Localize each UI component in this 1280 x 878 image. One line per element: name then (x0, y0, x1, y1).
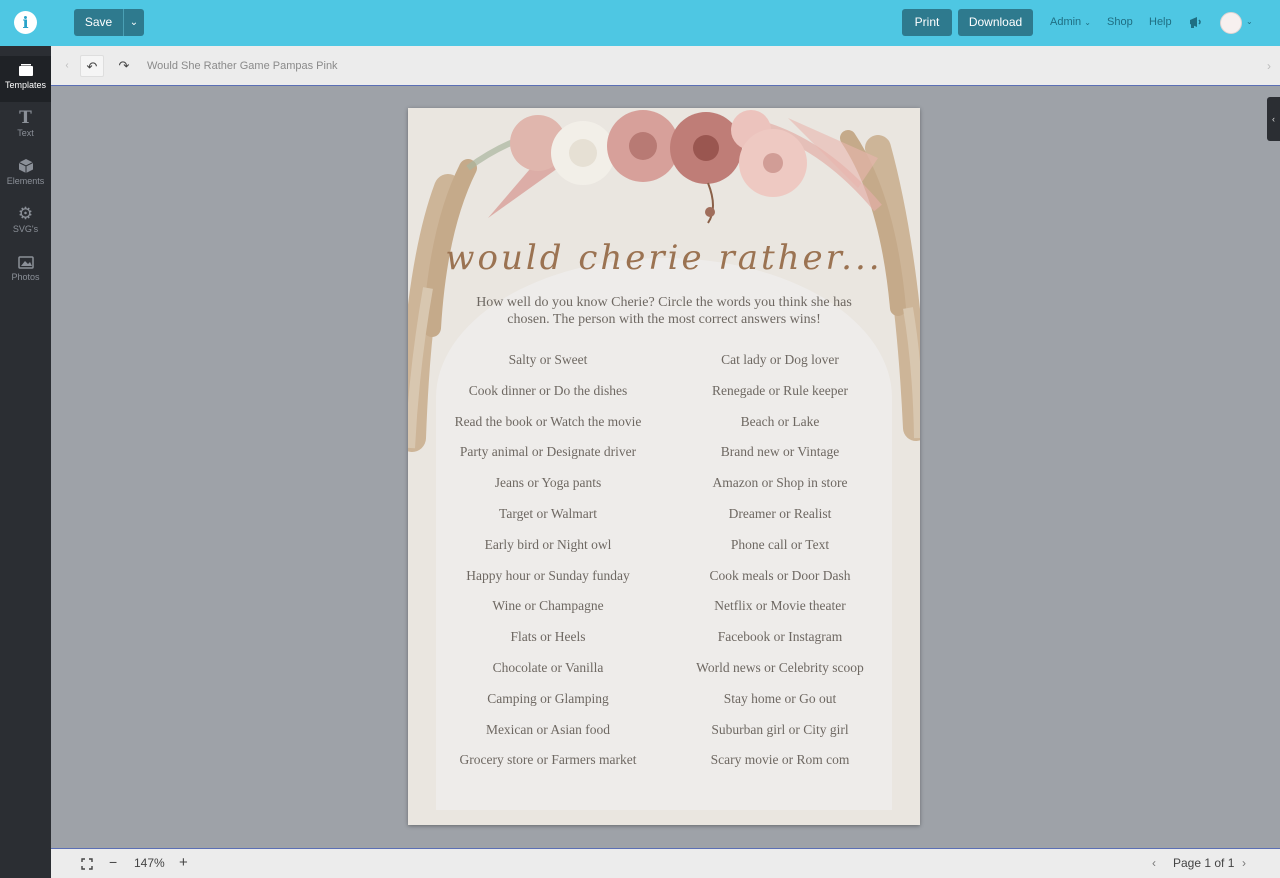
user-avatar[interactable] (1220, 12, 1242, 34)
redo-icon[interactable]: ↷ (112, 55, 136, 77)
save-button[interactable]: Save (74, 9, 124, 36)
editor-toolbar: ‹ ↶ ↷ Would She Rather Game Pampas Pink … (51, 46, 1280, 86)
choice-item[interactable]: Scary movie or Rom com (665, 752, 895, 783)
save-button-group: Save ⌄ (74, 9, 144, 36)
sidebar-item-svgs[interactable]: ⚙ SVG's (0, 200, 51, 246)
zoom-out-icon[interactable]: − (109, 854, 117, 870)
photos-icon (17, 256, 34, 269)
save-options-chevron-down-icon[interactable]: ⌄ (124, 9, 144, 36)
download-button[interactable]: Download (958, 9, 1033, 36)
sidebar-item-text[interactable]: T Text (0, 104, 51, 150)
choice-item[interactable]: Cook meals or Door Dash (665, 568, 895, 599)
sidebar-item-label: Text (17, 128, 34, 138)
choice-item[interactable]: World news or Celebrity scoop (665, 660, 895, 691)
fullscreen-icon[interactable] (81, 858, 93, 870)
zoom-in-icon[interactable]: + (179, 854, 188, 871)
design-canvas-page[interactable]: would cherie rather... How well do you k… (408, 108, 920, 825)
choice-item[interactable]: Happy hour or Sunday funday (433, 568, 663, 599)
choice-item[interactable]: Amazon or Shop in store (665, 475, 895, 506)
bottom-bar: − 147% + ‹ Page 1 of 1 › (51, 848, 1280, 878)
choice-item[interactable]: Wine or Champagne (433, 598, 663, 629)
choice-item[interactable]: Party animal or Designate driver (433, 444, 663, 475)
admin-menu[interactable]: Admin ⌄ (1050, 16, 1091, 28)
account-chevron-down-icon[interactable]: ⌄ (1246, 17, 1253, 26)
choice-item[interactable]: Stay home or Go out (665, 691, 895, 722)
left-sidebar: Templates T Text Elements ⚙ SVG's Photos (0, 46, 51, 878)
print-button[interactable]: Print (902, 9, 952, 36)
choice-item[interactable]: Mexican or Asian food (433, 722, 663, 753)
choice-item[interactable]: Cook dinner or Do the dishes (433, 383, 663, 414)
app-logo[interactable]: i (14, 11, 37, 34)
choice-item[interactable]: Salty or Sweet (433, 352, 663, 383)
choice-item[interactable]: Renegade or Rule keeper (665, 383, 895, 414)
expand-right-chevron-icon[interactable]: › (1257, 55, 1280, 77)
sidebar-item-elements[interactable]: Elements (0, 152, 51, 198)
templates-icon (18, 64, 33, 76)
design-heading[interactable]: would cherie rather... (408, 238, 920, 278)
choice-item[interactable]: Suburban girl or City girl (665, 722, 895, 753)
choice-item[interactable]: Grocery store or Farmers market (433, 752, 663, 783)
next-page-icon[interactable]: › (1242, 856, 1246, 870)
elements-icon (18, 159, 33, 173)
shop-link[interactable]: Shop (1107, 16, 1133, 28)
choice-item[interactable]: Beach or Lake (665, 414, 895, 445)
sidebar-item-label: Templates (4, 80, 47, 90)
choice-item[interactable]: Read the book or Watch the movie (433, 414, 663, 445)
undo-icon[interactable]: ↶ (80, 55, 104, 77)
text-icon: T (19, 108, 32, 128)
design-intro-text[interactable]: How well do you know Cherie? Circle the … (474, 294, 854, 328)
sidebar-item-photos[interactable]: Photos (0, 248, 51, 294)
megaphone-icon[interactable] (1188, 14, 1204, 30)
zoom-level[interactable]: 147% (134, 856, 165, 870)
choice-item[interactable]: Flats or Heels (433, 629, 663, 660)
choice-item[interactable]: Jeans or Yoga pants (433, 475, 663, 506)
gear-icon: ⚙ (17, 204, 34, 223)
sidebar-item-label: SVG's (12, 224, 39, 234)
sidebar-item-label: Elements (6, 176, 45, 186)
sidebar-item-label: Photos (11, 272, 40, 282)
admin-chevron-down-icon: ⌄ (1084, 18, 1091, 27)
choice-item[interactable]: Chocolate or Vanilla (433, 660, 663, 691)
right-choices-list: Cat lady or Dog lover Renegade or Rule ke… (665, 352, 895, 783)
choice-item[interactable]: Camping or Glamping (433, 691, 663, 722)
choice-item[interactable]: Target or Walmart (433, 506, 663, 537)
choice-item[interactable]: Phone call or Text (665, 537, 895, 568)
right-panel-toggle[interactable]: ‹ (1267, 97, 1280, 141)
choice-item[interactable]: Brand new or Vintage (665, 444, 895, 475)
admin-menu-label: Admin (1050, 16, 1082, 28)
help-link[interactable]: Help (1149, 16, 1172, 28)
previous-page-icon[interactable]: ‹ (1152, 856, 1156, 870)
document-title: Would She Rather Game Pampas Pink (147, 60, 338, 72)
choice-item[interactable]: Facebook or Instagram (665, 629, 895, 660)
choice-item[interactable]: Netflix or Movie theater (665, 598, 895, 629)
page-indicator: Page 1 of 1 (1173, 856, 1235, 870)
choice-item[interactable]: Dreamer or Realist (665, 506, 895, 537)
left-choices-list: Salty or Sweet Cook dinner or Do the dish… (433, 352, 663, 783)
sidebar-item-templates[interactable]: Templates (0, 56, 51, 102)
choice-item[interactable]: Cat lady or Dog lover (665, 352, 895, 383)
top-bar: i Save ⌄ Print Download Admin ⌄ Shop Hel… (0, 0, 1280, 46)
collapse-left-chevron-icon[interactable]: ‹ (55, 55, 79, 77)
choice-item[interactable]: Early bird or Night owl (433, 537, 663, 568)
